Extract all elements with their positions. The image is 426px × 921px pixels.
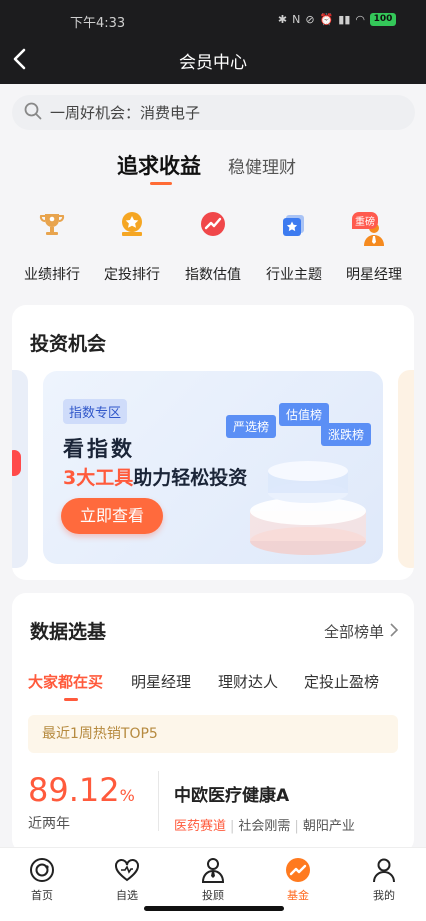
feature-performance-rank[interactable]: 业绩排行: [10, 200, 94, 284]
feature-grid: 业绩排行 定投排行 指数估值 行业主题 重磅 明星经理: [0, 200, 426, 290]
tab-underline: [150, 182, 172, 185]
nav-label: 我的: [373, 889, 395, 902]
nav-advisor[interactable]: 投顾: [183, 856, 243, 903]
home-icon: [28, 856, 56, 884]
feature-index-valuation[interactable]: 指数估值: [171, 200, 255, 284]
rank-tag-select: 严选榜: [226, 415, 277, 438]
search-bar[interactable]: 一周好机会：消费电子: [12, 95, 415, 130]
tag-separator: |: [294, 819, 299, 834]
subtab-underline: [64, 698, 78, 701]
fund-rate-unit: %: [119, 786, 135, 805]
top-bar: 下午4:33 ✱ N ⊘ ⏰ ▮▮ ◠ 100 会员中心: [0, 0, 426, 84]
banner-subline: 3大工具助力轻松投资: [63, 463, 247, 490]
status-time: 下午4:33: [70, 16, 126, 31]
chevron-right-icon: [390, 622, 399, 641]
banner-subline-rest: 助力轻松投资: [133, 467, 248, 489]
carousel-prev-accent: [12, 450, 21, 476]
mute-icon: ⊘: [305, 13, 315, 26]
manager-icon: 重磅: [352, 212, 390, 250]
profile-icon: [370, 856, 398, 884]
nav-label: 基金: [287, 889, 309, 902]
subtab-popular[interactable]: 大家都在买: [28, 671, 103, 692]
chart-trend-icon: [197, 208, 229, 240]
rank-tag-change: 涨跌榜: [321, 423, 372, 446]
trophy-icon: [36, 208, 68, 240]
wifi-icon: ◠: [355, 13, 365, 26]
main-tabs: 追求收益 稳健理财: [0, 150, 426, 186]
page-title: 会员中心: [179, 53, 247, 73]
fund-icon: [284, 856, 312, 884]
nav-profile[interactable]: 我的: [354, 856, 414, 903]
divider: [158, 771, 159, 831]
podium-illustration: [250, 461, 366, 555]
feature-label: 明星经理: [346, 267, 402, 283]
fund-tag: 社会刚需: [238, 819, 291, 834]
status-icons: ✱ N ⊘ ⏰ ▮▮ ◠ 100: [278, 13, 396, 26]
search-placeholder: 一周好机会：消费电子: [50, 104, 201, 122]
nav-label: 首页: [31, 889, 53, 902]
subtab-sip-profit[interactable]: 定投止盈榜: [304, 671, 379, 692]
tag-separator: |: [230, 819, 235, 834]
feature-label: 行业主题: [266, 267, 322, 283]
signal-icon: ▮▮: [338, 13, 351, 26]
feature-badge: 重磅: [352, 212, 378, 229]
status-bar: 下午4:33 ✱ N ⊘ ⏰ ▮▮ ◠ 100: [0, 12, 426, 32]
tab-steady-finance[interactable]: 稳健理财: [228, 153, 296, 178]
subtab-star-manager[interactable]: 明星经理: [131, 671, 191, 692]
fund-rate-value: 89.12: [28, 771, 120, 809]
heart-icon: [113, 856, 141, 884]
fund-tag: 医药赛道: [174, 819, 227, 834]
opportunity-title: 投资机会: [30, 333, 107, 355]
nav-home[interactable]: 首页: [12, 856, 72, 903]
fund-tags: 医药赛道 | 社会刚需 | 朝阳产业: [174, 815, 355, 834]
bluetooth-icon: ✱: [277, 13, 288, 26]
feature-sip-rank[interactable]: 定投排行: [90, 200, 174, 284]
feature-label: 指数估值: [185, 267, 241, 283]
all-rankings-link[interactable]: 全部榜单: [323, 621, 399, 642]
view-now-button[interactable]: 立即查看: [61, 498, 163, 534]
tab-pursue-returns[interactable]: 追求收益: [117, 150, 201, 180]
fund-tag: 朝阳产业: [302, 819, 355, 834]
banner-headline: 看指数: [63, 437, 135, 461]
investment-opportunity-card: 投资机会 指数专区 看指数 3大工具助力轻松投资 立即查看 严选榜 估值榜 涨跌…: [12, 305, 414, 580]
banner-tag: 指数专区: [63, 399, 128, 424]
nav-watchlist[interactable]: 自选: [97, 856, 157, 903]
advisor-icon: [199, 856, 227, 884]
feature-label: 定投排行: [104, 267, 160, 283]
feature-star-manager[interactable]: 重磅 明星经理: [332, 200, 416, 284]
carousel-next-card[interactable]: [398, 370, 414, 568]
battery-icon: 100: [370, 13, 396, 26]
hot-sales-strip: 最近1周热销TOP5: [28, 715, 398, 753]
nav-label: 自选: [116, 889, 138, 902]
feature-label: 业绩排行: [24, 267, 80, 283]
search-icon: [24, 102, 42, 124]
subtab-finance-expert[interactable]: 理财达人: [218, 671, 278, 692]
star-badge-icon: [278, 208, 310, 240]
nfc-icon: N: [292, 13, 301, 26]
fund-name[interactable]: 中欧医疗健康A: [174, 781, 289, 806]
fund-return-rate: 89.12%: [28, 771, 135, 809]
fund-period: 近两年: [28, 816, 70, 832]
alarm-icon: ⏰: [319, 13, 334, 26]
feature-industry-theme[interactable]: 行业主题: [252, 200, 336, 284]
all-rankings-label: 全部榜单: [323, 623, 384, 641]
ranking-subtabs: 大家都在买 明星经理 理财达人 定投止盈榜: [28, 671, 408, 701]
nav-label: 投顾: [202, 889, 224, 902]
home-indicator: [144, 906, 284, 911]
carousel-prev-card[interactable]: [12, 370, 28, 568]
data-fund-card: 数据选基 全部榜单 大家都在买 明星经理 理财达人 定投止盈榜 最近1周热销TO…: [12, 593, 414, 853]
data-select-title: 数据选基: [30, 621, 107, 643]
nav-fund[interactable]: 基金: [268, 856, 328, 903]
banner-subline-highlight: 3大工具: [63, 467, 134, 489]
medal-icon: [116, 208, 148, 240]
index-zone-banner[interactable]: 指数专区 看指数 3大工具助力轻松投资 立即查看 严选榜 估值榜 涨跌榜: [43, 371, 383, 564]
